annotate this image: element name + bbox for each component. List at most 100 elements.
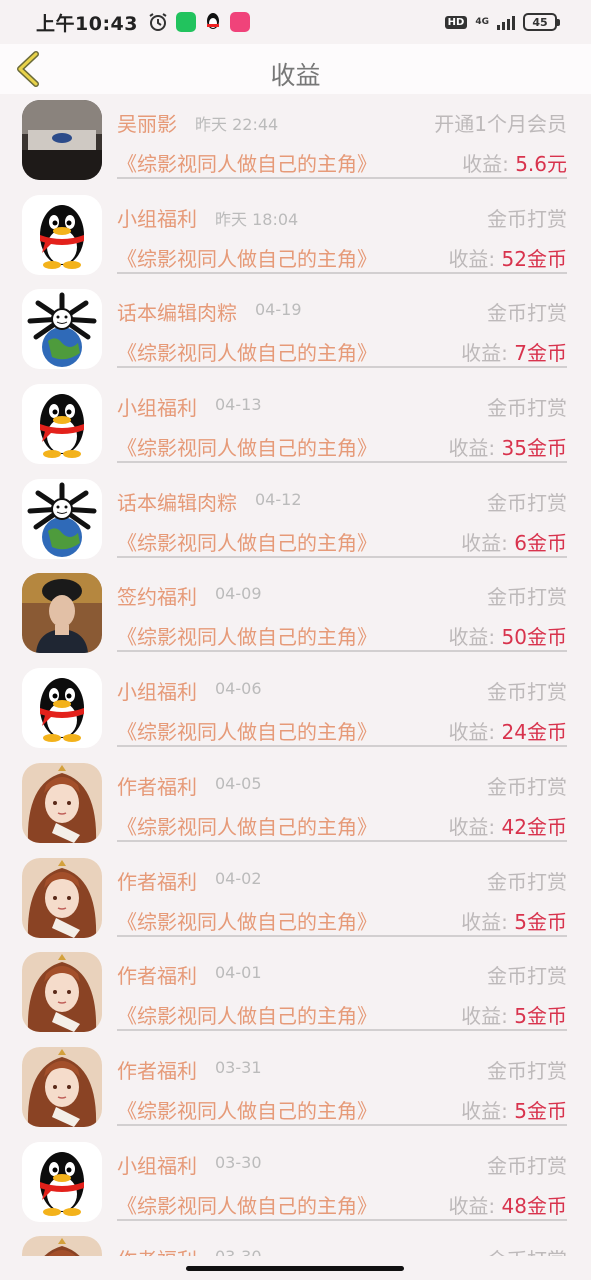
row-divider <box>117 839 567 842</box>
home-indicator[interactable] <box>186 1266 404 1271</box>
income-type: 开通1个月会员 <box>434 112 567 136</box>
avatar[interactable] <box>22 289 102 370</box>
record-time: 04-01 <box>215 963 262 983</box>
book-title[interactable]: 《综影视同人做自己的主角》 <box>117 337 377 366</box>
income-record-row[interactable]: 作者福利 04-01 金币打赏 《综影视同人做自己的主角》 收益: 5金币 <box>0 946 591 1041</box>
sender-name: 作者福利 <box>117 1058 197 1083</box>
income-value: 48金币 <box>501 1193 567 1218</box>
sender-name: 小组福利 <box>117 1153 197 1178</box>
income-amount: 收益: 5.6元 <box>462 148 567 177</box>
income-type: 金币打赏 <box>487 869 567 894</box>
income-record-row[interactable]: 话本编辑肉粽 04-19 金币打赏 《综影视同人做自己的主角》 收益: 7金币 <box>0 283 591 378</box>
book-title[interactable]: 《综影视同人做自己的主角》 <box>117 432 377 461</box>
income-label: 收益: <box>462 152 509 176</box>
book-title[interactable]: 《综影视同人做自己的主角》 <box>117 148 377 177</box>
notification-icons <box>148 12 250 32</box>
income-type: 金币打赏 <box>487 490 567 515</box>
book-title[interactable]: 《综影视同人做自己的主角》 <box>117 811 377 840</box>
income-record-row[interactable]: 小组福利 昨天 18:04 金币打赏 《综影视同人做自己的主角》 收益: 52金币 <box>0 189 591 284</box>
avatar[interactable] <box>22 100 102 180</box>
sender-name: 小组福利 <box>117 680 197 705</box>
income-amount: 收益: 42金币 <box>448 811 567 840</box>
income-type: 金币打赏 <box>487 774 567 799</box>
record-time: 昨天 18:04 <box>215 209 299 229</box>
record-time: 04-06 <box>215 679 262 699</box>
income-value: 5金币 <box>514 1098 567 1123</box>
row-divider <box>117 745 567 748</box>
income-value: 52金币 <box>501 246 567 271</box>
record-time: 04-12 <box>255 489 302 509</box>
income-value: 50金币 <box>501 625 567 650</box>
book-title[interactable]: 《综影视同人做自己的主角》 <box>117 716 377 745</box>
avatar[interactable] <box>22 762 102 843</box>
income-amount: 收益: 7金币 <box>461 337 567 366</box>
income-type: 金币打赏 <box>487 680 567 705</box>
income-record-row[interactable]: 作者福利 04-05 金币打赏《综影视同人做自己的主角》 收益: 42金币 <box>0 757 591 852</box>
row-divider <box>117 271 567 274</box>
avatar[interactable] <box>22 857 102 938</box>
income-record-row[interactable]: 话本编辑肉粽 04-12 金币打赏 《综影视同人做自己的主角》 收益: 6金币 <box>0 473 591 568</box>
book-title[interactable]: 《综影视同人做自己的主角》 <box>117 621 377 650</box>
income-record-row[interactable]: 作者福利 03-30 金币打赏 <box>0 1230 591 1256</box>
record-time: 04-05 <box>215 773 262 793</box>
income-label: 收益: <box>461 1098 508 1123</box>
record-time: 03-30 <box>215 1247 262 1256</box>
avatar[interactable] <box>22 1236 102 1256</box>
status-bar: 上午10:43 HD 4G 45 <box>0 0 591 44</box>
income-record-row[interactable]: 作者福利 03-31 金币打赏 《综影视同人做自己的主角》 收益: 5金币 <box>0 1041 591 1136</box>
app-notification-icon <box>229 12 250 32</box>
avatar[interactable] <box>22 952 102 1033</box>
sender-name: 作者福利 <box>117 869 197 894</box>
book-title[interactable]: 《综影视同人做自己的主角》 <box>117 1190 377 1219</box>
record-time: 昨天 22:44 <box>195 115 279 134</box>
income-type: 金币打赏 <box>487 396 567 421</box>
income-type: 金币打赏 <box>487 1058 567 1083</box>
income-record-row[interactable]: 吴丽影 昨天 22:44 开通1个月会员《综影视同人做自己的主角》 收益: 5.6元 <box>0 94 591 189</box>
record-time: 04-02 <box>215 868 262 888</box>
book-title[interactable]: 《综影视同人做自己的主角》 <box>117 906 377 935</box>
income-record-row[interactable]: 小组福利 04-13 金币打赏 《综影视同人做自己的主角》 收益: 35金币 <box>0 378 591 473</box>
book-title[interactable]: 《综影视同人做自己的主角》 <box>117 1095 377 1124</box>
sender-name: 小组福利 <box>117 396 197 421</box>
income-value: 42金币 <box>501 814 567 839</box>
battery-level: 45 <box>532 15 548 29</box>
income-value: 7金币 <box>514 341 567 366</box>
battery-icon: 45 <box>523 13 560 31</box>
book-title[interactable]: 《综影视同人做自己的主角》 <box>117 527 377 556</box>
income-record-row[interactable]: 签约福利 04-09 金币打赏 《综影视同人做自己的主角》 收益: 50金币 <box>0 567 591 662</box>
income-type: 金币打赏 <box>487 585 567 610</box>
income-type: 金币打赏 <box>487 1244 567 1256</box>
income-label: 收益: <box>448 246 496 271</box>
row-divider <box>117 1029 567 1032</box>
book-title[interactable]: 《综影视同人做自己的主角》 <box>117 243 377 272</box>
income-record-row[interactable]: 作者福利 04-02 金币打赏《综影视同人做自己的主角》 收益: 5金币 <box>0 852 591 947</box>
avatar[interactable] <box>22 194 102 275</box>
page-title: 收益 <box>270 61 321 90</box>
avatar[interactable] <box>22 573 102 654</box>
avatar[interactable] <box>22 1141 102 1222</box>
income-record-row[interactable]: 小组福利 03-30 金币打赏 《综影视同人做自己的主角》 收益: 48金币 <box>0 1136 591 1231</box>
income-amount: 收益: 52金币 <box>448 243 567 272</box>
avatar[interactable] <box>22 384 102 465</box>
sender-name: 作者福利 <box>117 774 197 799</box>
row-divider <box>117 177 567 179</box>
avatar[interactable] <box>22 668 102 749</box>
network-type: 4G <box>475 16 489 27</box>
income-value: 5金币 <box>514 909 567 934</box>
income-amount: 收益: 6金币 <box>461 527 567 556</box>
income-value: 35金币 <box>501 436 567 461</box>
income-record-row[interactable]: 小组福利 04-06 金币打赏 《综影视同人做自己的主角》 收益: 24金币 <box>0 662 591 757</box>
income-value: 5.6元 <box>515 152 567 176</box>
avatar[interactable] <box>22 478 102 559</box>
income-type: 金币打赏 <box>487 964 567 989</box>
book-title[interactable]: 《综影视同人做自己的主角》 <box>117 1000 377 1029</box>
income-type: 金币打赏 <box>487 1153 567 1178</box>
alarm-icon <box>149 13 167 31</box>
income-list[interactable]: 吴丽影 昨天 22:44 开通1个月会员 《综影视同人做自己的主角》 收益: 5.6元小… <box>0 94 591 1256</box>
row-divider <box>117 1123 567 1126</box>
sender-name: 吴丽影 <box>117 112 177 136</box>
record-time: 04-09 <box>215 584 262 604</box>
income-amount: 收益: 5金币 <box>461 906 567 935</box>
avatar[interactable] <box>22 1046 102 1127</box>
record-time: 04-19 <box>255 300 302 320</box>
